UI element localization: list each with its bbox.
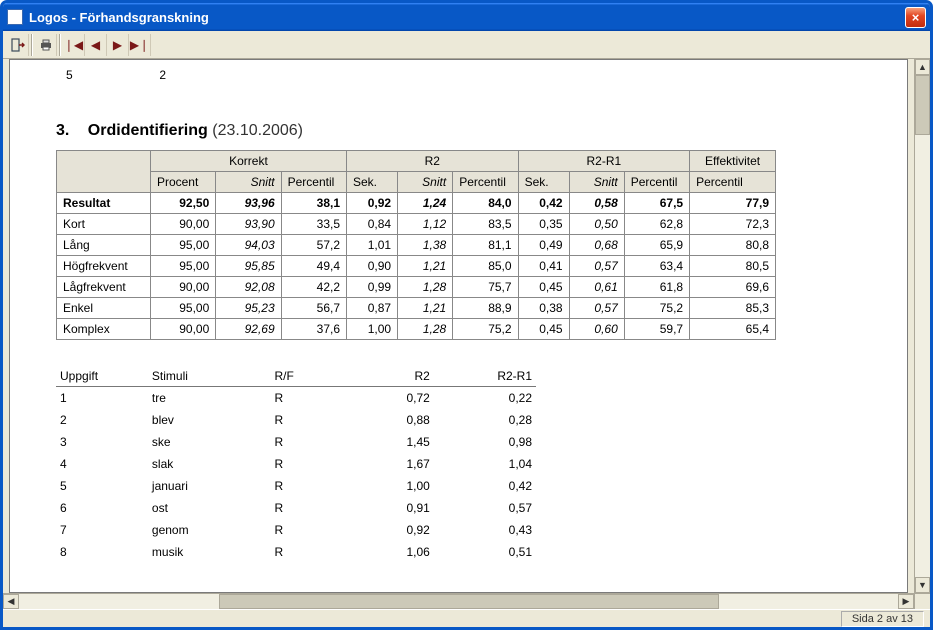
exit-icon xyxy=(10,37,26,53)
uppgift-header-row: Uppgift Stimuli R/F R2 R2-R1 xyxy=(56,366,536,387)
uppgift-row: 2blevR0,880,28 xyxy=(56,409,536,431)
header-row-columns: Procent Snitt Percentil Sek. Snitt Perce… xyxy=(57,172,776,193)
vertical-scroll-thumb[interactable] xyxy=(915,75,930,135)
uppgift-row: 8musikR1,060,51 xyxy=(56,541,536,563)
titlebar: Logos - Förhandsgranskning × xyxy=(3,3,930,31)
result-row: Komplex90,0092,6937,61,001,2875,20,450,6… xyxy=(57,319,776,340)
uppgift-row: 6ostR0,910,57 xyxy=(56,497,536,519)
scroll-down-button[interactable]: ▼ xyxy=(915,577,930,593)
prev-page-button[interactable]: ◀ xyxy=(85,34,107,56)
header-row-groups: Korrekt R2 R2-R1 Effektivitet xyxy=(57,151,776,172)
page-indicator: Sida 2 av 13 xyxy=(841,611,924,627)
section-heading: 3. Ordidentifiering (23.10.2006) xyxy=(56,122,861,140)
exit-button[interactable] xyxy=(7,34,29,56)
app-icon xyxy=(7,9,23,25)
scroll-right-button[interactable]: ▶ xyxy=(898,594,914,609)
first-page-button[interactable]: ❘◀ xyxy=(63,34,85,56)
uppgift-row: 3skeR1,450,98 xyxy=(56,431,536,453)
next-page-button[interactable]: ▶ xyxy=(107,34,129,56)
result-row: Lång95,0094,0357,21,011,3881,10,490,6865… xyxy=(57,235,776,256)
statusbar: Sida 2 av 13 xyxy=(3,609,930,627)
result-row: Kort90,0093,9033,50,841,1283,50,350,5062… xyxy=(57,214,776,235)
scroll-up-button[interactable]: ▲ xyxy=(915,59,930,75)
window-title: Logos - Förhandsgranskning xyxy=(29,10,905,25)
previous-section-fragment: 5 2 xyxy=(66,68,861,82)
result-row: Enkel95,0095,2356,70,871,2188,90,380,577… xyxy=(57,298,776,319)
result-row: Högfrekvent95,0095,8549,40,901,2185,00,4… xyxy=(57,256,776,277)
uppgift-row: 7genomR0,920,43 xyxy=(56,519,536,541)
content-area: 5 2 3. Ordidentifiering (23.10.2006) xyxy=(3,59,930,593)
uppgift-table: Uppgift Stimuli R/F R2 R2-R1 1treR0,720,… xyxy=(56,366,536,563)
uppgift-row: 4slakR1,671,04 xyxy=(56,453,536,475)
printer-icon xyxy=(38,37,54,53)
vertical-scrollbar[interactable]: ▲ ▼ xyxy=(914,59,930,593)
uppgift-row: 5januariR1,000,42 xyxy=(56,475,536,497)
page-preview: 5 2 3. Ordidentifiering (23.10.2006) xyxy=(9,59,908,593)
vertical-scroll-track[interactable] xyxy=(915,75,930,577)
result-row: Lågfrekvent90,0092,0842,20,991,2875,70,4… xyxy=(57,277,776,298)
toolbar: ❘◀ ◀ ▶ ▶❘ xyxy=(3,31,930,59)
page-viewport: 5 2 3. Ordidentifiering (23.10.2006) xyxy=(3,59,914,593)
last-page-button[interactable]: ▶❘ xyxy=(129,34,151,56)
result-table: Korrekt R2 R2-R1 Effektivitet Procent Sn… xyxy=(56,150,776,340)
horizontal-scroll-thumb[interactable] xyxy=(219,594,719,609)
horizontal-scrollbar[interactable]: ◀ ▶ xyxy=(3,593,930,609)
close-button[interactable]: × xyxy=(905,7,926,28)
preview-window: Logos - Förhandsgranskning × ❘◀ ◀ ▶ ▶❘ xyxy=(0,0,933,630)
print-button[interactable] xyxy=(35,34,57,56)
scroll-left-button[interactable]: ◀ xyxy=(3,594,19,609)
result-row: Resultat92,5093,9638,10,921,2484,00,420,… xyxy=(57,193,776,214)
horizontal-scroll-track[interactable] xyxy=(19,594,898,609)
uppgift-row: 1treR0,720,22 xyxy=(56,387,536,410)
